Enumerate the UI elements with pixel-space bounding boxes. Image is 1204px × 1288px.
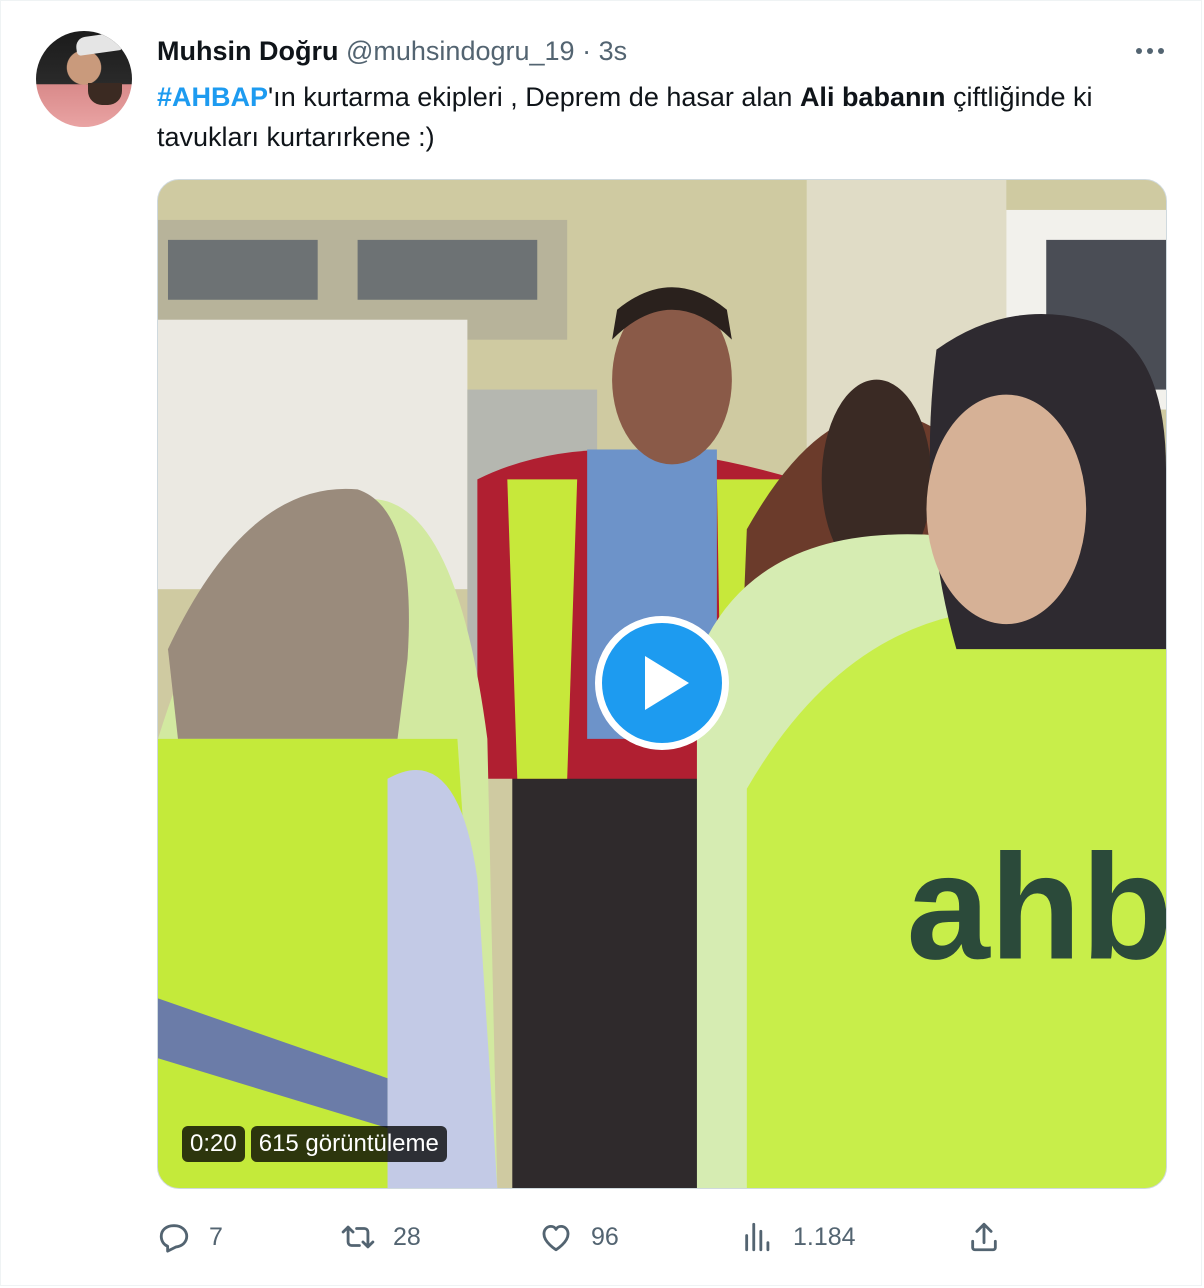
tweet-header: Muhsin Doğru @muhsindogru_19 · 3s xyxy=(157,33,627,69)
video-badges: 0:20 615 görüntüleme xyxy=(182,1126,447,1162)
avatar[interactable] xyxy=(36,31,132,127)
reply-button[interactable]: 7 xyxy=(157,1213,223,1261)
more-icon[interactable] xyxy=(1132,39,1168,63)
view-count: 1.184 xyxy=(793,1222,856,1251)
like-button[interactable]: 96 xyxy=(539,1213,619,1261)
tweet-card: Muhsin Doğru @muhsindogru_19 · 3s #AHBAP… xyxy=(0,0,1202,1286)
tweet-text: #AHBAP'ın kurtarma ekipleri , Deprem de … xyxy=(157,77,1167,157)
avatar-cap xyxy=(74,31,124,57)
analytics-button[interactable]: 1.184 xyxy=(741,1213,856,1261)
timestamp[interactable]: 3s xyxy=(599,36,628,66)
author-name[interactable]: Muhsin Doğru xyxy=(157,36,338,66)
avatar-beard xyxy=(88,83,122,105)
video-player[interactable]: ahb 0:20 615 görüntüleme xyxy=(157,179,1167,1189)
share-button[interactable] xyxy=(967,1213,1001,1261)
video-duration: 0:20 xyxy=(182,1126,245,1162)
like-icon xyxy=(542,1224,570,1252)
hashtag-link[interactable]: #AHBAP xyxy=(157,82,268,112)
analytics-icon xyxy=(745,1222,770,1252)
action-bar: 7 28 96 1.184 xyxy=(157,1213,1167,1261)
like-count: 96 xyxy=(591,1222,619,1251)
retweet-button[interactable]: 28 xyxy=(341,1213,421,1261)
retweet-icon xyxy=(341,1225,375,1249)
play-icon[interactable] xyxy=(595,616,729,750)
reply-count: 7 xyxy=(209,1222,223,1251)
video-views: 615 görüntüleme xyxy=(250,1126,447,1162)
reply-icon xyxy=(159,1224,189,1253)
retweet-count: 28 xyxy=(393,1222,421,1251)
author-handle[interactable]: @muhsindogru_19 xyxy=(346,36,575,66)
share-icon xyxy=(971,1222,997,1252)
tweet-text-bold: Ali babanın xyxy=(799,82,946,112)
tweet-text-part: 'ın kurtarma ekipleri , Deprem de hasar … xyxy=(268,82,800,112)
vest-logo-text: ahb xyxy=(907,822,1166,990)
separator-dot: · xyxy=(582,36,592,66)
